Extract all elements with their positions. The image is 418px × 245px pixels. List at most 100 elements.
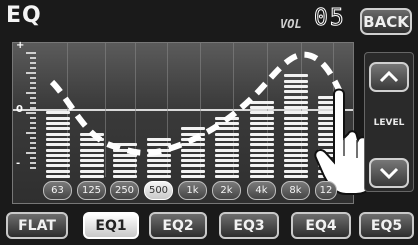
scale-tick <box>30 142 36 144</box>
scale-tick <box>30 157 36 159</box>
band-segment <box>80 148 104 152</box>
scale-tick <box>26 152 36 154</box>
band-segment <box>147 169 171 173</box>
scale-tick <box>30 102 36 104</box>
preset-button-flat[interactable]: FLAT <box>6 212 68 239</box>
eq-screen: EQ VOL 05 BACK + 0 - 63 125 250 500 1k 2k 4k 8k… <box>0 0 418 245</box>
freq-button-4k[interactable]: 4k <box>247 181 276 200</box>
band-segment <box>46 111 70 115</box>
chevron-down-icon <box>379 167 399 180</box>
band-segment <box>80 159 104 163</box>
preset-button-eq1[interactable]: EQ1 <box>83 212 139 239</box>
band-segment <box>181 169 205 173</box>
band-segment <box>284 148 308 152</box>
band-segment <box>250 122 274 125</box>
band-segment <box>113 159 137 163</box>
scale-tick <box>30 97 36 99</box>
band-segment <box>46 169 70 173</box>
scale-tick <box>30 57 36 59</box>
scale-tick <box>30 77 36 79</box>
band-segment <box>215 148 239 152</box>
band-segment <box>284 79 308 83</box>
band-segment <box>250 153 274 157</box>
freq-button-125[interactable]: 125 <box>77 181 106 200</box>
band-segment <box>113 143 137 147</box>
band-segment <box>250 127 274 131</box>
chevron-up-icon <box>379 70 399 83</box>
band-segment <box>284 95 308 99</box>
grid-line <box>135 43 136 177</box>
band-segment <box>181 132 205 136</box>
band-segment <box>215 164 239 168</box>
band-segment <box>46 148 70 152</box>
level-down-button[interactable] <box>369 158 409 188</box>
preset-button-eq2[interactable]: EQ2 <box>149 212 207 239</box>
grid-line <box>200 43 201 177</box>
band-segment <box>250 175 274 178</box>
freq-button-63[interactable]: 63 <box>43 181 72 200</box>
page-title: EQ <box>6 3 42 28</box>
freq-button-2k[interactable]: 2k <box>212 181 241 200</box>
scale-tick <box>30 87 36 89</box>
band-segment <box>147 175 171 178</box>
band-segment <box>181 153 205 157</box>
band-segment <box>147 137 171 141</box>
band-segment <box>284 153 308 157</box>
band-segment <box>215 137 239 141</box>
band-segment <box>46 132 70 136</box>
band-segment <box>181 127 205 131</box>
band-segment <box>284 169 308 173</box>
band-segment <box>250 100 274 104</box>
scale-plus-label: + <box>16 40 25 51</box>
band-segment <box>250 137 274 141</box>
band-segment <box>113 153 137 157</box>
band-segment <box>80 137 104 141</box>
scale-zero-label: 0 <box>16 104 23 115</box>
band-segment <box>46 164 70 168</box>
freq-button-500[interactable]: 500 <box>144 181 173 200</box>
freq-button-12[interactable]: 12 <box>315 181 337 200</box>
band-segment <box>250 169 274 173</box>
scale-tick <box>30 167 36 169</box>
band-segment <box>46 153 70 157</box>
band-segment <box>46 137 70 141</box>
scale-tick <box>26 112 36 114</box>
band-segment <box>181 164 205 168</box>
band-segment <box>80 143 104 147</box>
band-segment <box>147 153 171 157</box>
freq-button-250[interactable]: 250 <box>110 181 139 200</box>
scale-tick <box>26 92 36 94</box>
scale-tick <box>30 82 36 84</box>
band-segment <box>215 159 239 163</box>
band-segment <box>250 143 274 147</box>
back-button[interactable]: BACK <box>360 8 412 35</box>
preset-button-eq5[interactable]: EQ5 <box>359 212 414 239</box>
band-segment <box>147 164 171 168</box>
band-segment <box>284 132 308 136</box>
band-segment <box>215 153 239 157</box>
grid-line <box>67 43 68 177</box>
grid-line <box>301 43 302 177</box>
scale-tick <box>30 122 36 124</box>
scale-tick <box>30 67 36 69</box>
band-segment <box>147 159 171 163</box>
band-segment <box>284 122 308 125</box>
freq-button-1k[interactable]: 1k <box>178 181 207 200</box>
band-segment <box>215 132 239 136</box>
band-segment <box>80 153 104 157</box>
band-segment <box>215 116 239 120</box>
preset-button-eq3[interactable]: EQ3 <box>219 212 279 239</box>
band-segment <box>181 137 205 141</box>
band-segment <box>46 116 70 120</box>
band-segment <box>46 159 70 163</box>
scale-tick <box>26 132 36 134</box>
scale-tick <box>30 127 36 129</box>
band-segment <box>250 111 274 115</box>
band-segment <box>284 175 308 178</box>
band-segment <box>284 100 308 104</box>
preset-button-eq4[interactable]: EQ4 <box>291 212 351 239</box>
band-segment <box>46 122 70 125</box>
band-segment <box>181 175 205 178</box>
freq-button-8k[interactable]: 8k <box>281 181 310 200</box>
level-up-button[interactable] <box>369 62 409 92</box>
